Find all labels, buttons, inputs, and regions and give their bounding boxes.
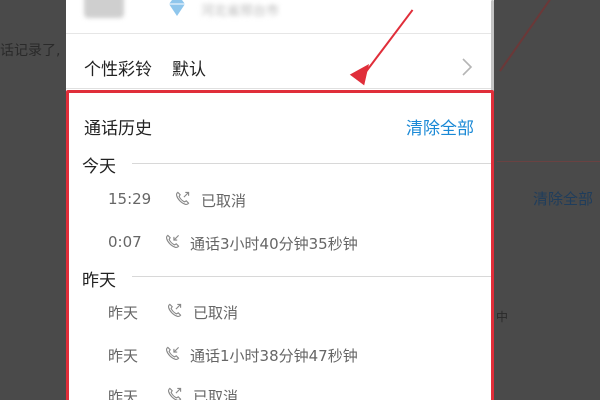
call-time: 昨天 [108, 304, 139, 322]
avatar [84, 0, 124, 18]
background-clear-all-link: 清除全部 [533, 190, 594, 208]
section-label-today: 今天 [82, 157, 116, 177]
incoming-call-icon [165, 234, 180, 249]
outgoing-call-icon [175, 191, 190, 206]
ringback-tone-value: 默认 [172, 60, 206, 80]
call-history-title: 通话历史 [84, 119, 152, 139]
call-status: 通话3小时40分钟35秒钟 [190, 235, 358, 253]
incoming-call-icon [165, 346, 180, 361]
contact-detail-panel: 河北省邢台市 个性彩铃 默认 通话历史 清除全部 今天 15:29 已取消 0:… [66, 0, 494, 400]
background-text: 话记录了, [0, 43, 61, 59]
call-status: 已取消 [193, 388, 239, 400]
section-label-yesterday: 昨天 [82, 271, 116, 291]
call-history-section: 通话历史 清除全部 今天 15:29 已取消 0:07 通话3小时40分钟35秒… [66, 90, 494, 400]
ringback-tone-row[interactable]: 个性彩铃 默认 [66, 35, 494, 89]
diamond-icon [169, 0, 185, 16]
call-status: 通话1小时38分钟47秒钟 [190, 347, 358, 365]
call-status: 已取消 [193, 304, 239, 322]
contact-location: 河北省邢台市 [201, 4, 280, 19]
call-time: 昨天 [108, 347, 139, 365]
background-arrow-line [499, 0, 564, 72]
call-status: 已取消 [201, 192, 247, 210]
section-divider [132, 276, 494, 277]
clear-all-button[interactable]: 清除全部 [406, 114, 474, 139]
call-time: 15:29 [108, 190, 152, 208]
section-divider [132, 163, 494, 164]
chevron-right-icon [462, 58, 473, 76]
call-time: 0:07 [108, 233, 142, 251]
outgoing-call-icon [167, 303, 182, 318]
call-time: 昨天 [108, 388, 139, 400]
ringback-tone-label: 个性彩铃 [84, 60, 152, 80]
background-divider [497, 161, 600, 162]
contact-header: 河北省邢台市 [66, 0, 494, 34]
scrollbar[interactable] [491, 0, 494, 250]
outgoing-call-icon [167, 387, 182, 400]
background-text-fragment: 中 [496, 310, 509, 324]
